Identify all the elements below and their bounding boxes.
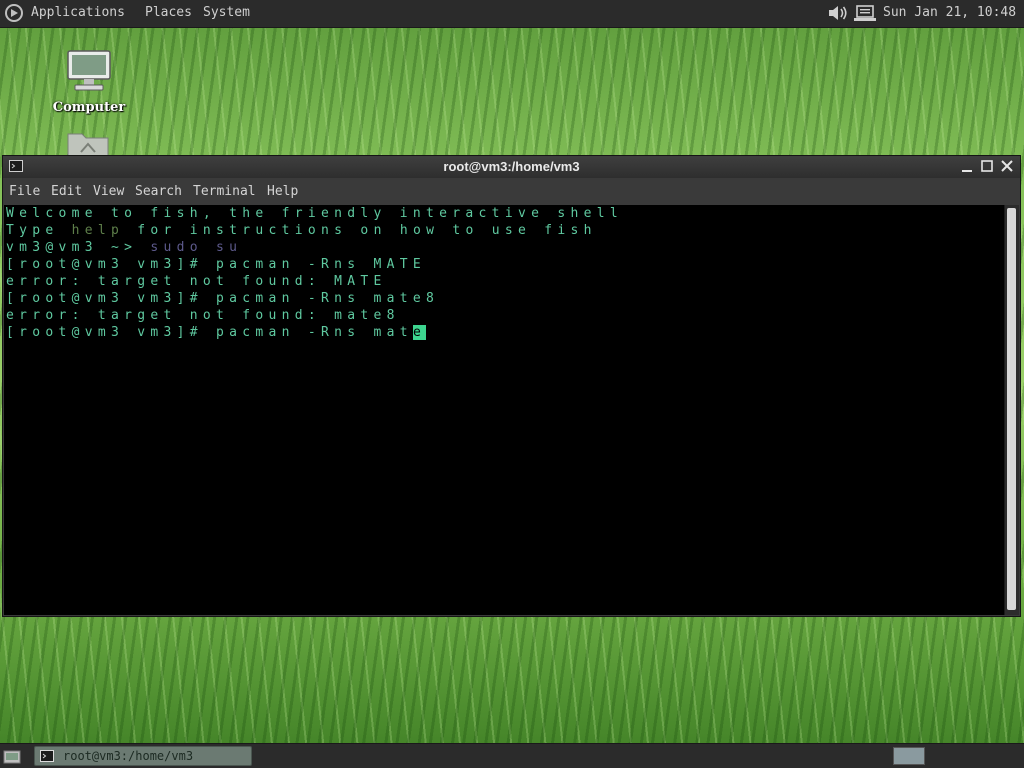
bottom-panel: root@vm3:/home/vm3 xyxy=(0,743,1024,768)
desktop-icon-label: Computer xyxy=(52,100,126,115)
terminal-text: [root@vm3 vm3]# pacman -Rns mat xyxy=(6,325,413,340)
terminal-text: help xyxy=(71,223,125,238)
applications-menu[interactable]: Applications xyxy=(31,5,125,20)
menu-terminal[interactable]: Terminal xyxy=(193,184,256,199)
places-menu[interactable]: Places xyxy=(145,5,192,20)
terminal-icon xyxy=(40,750,54,762)
terminal-cursor: e xyxy=(412,325,427,340)
mate-menu-logo-icon[interactable] xyxy=(5,4,23,22)
top-panel: Applications Places System Sun Jan 21, 1… xyxy=(0,0,1024,28)
menu-view[interactable]: View xyxy=(93,184,124,199)
clock[interactable]: Sun Jan 21, 10:48 xyxy=(883,5,1016,20)
window-title: root@vm3:/home/vm3 xyxy=(443,159,580,174)
desktop-icon-computer[interactable]: Computer xyxy=(52,48,126,115)
computer-icon xyxy=(67,50,111,91)
system-menu[interactable]: System xyxy=(203,5,250,20)
terminal-text: Welcome to fish, the friendly interactiv… xyxy=(6,206,623,221)
terminal-text: Type xyxy=(6,223,72,238)
terminal-line: [root@vm3 vm3]# pacman -Rns MATE xyxy=(6,256,426,273)
workspace-switcher[interactable] xyxy=(893,747,925,765)
taskbar-button-label: root@vm3:/home/vm3 xyxy=(63,749,194,763)
terminal-text: sudo su xyxy=(150,240,243,255)
menu-file[interactable]: File xyxy=(9,184,40,199)
terminal-output[interactable]: Welcome to fish, the friendly interactiv… xyxy=(4,205,1005,615)
menu-search[interactable]: Search xyxy=(135,184,182,199)
terminal-line: vm3@vm3 ~> sudo su xyxy=(6,239,242,256)
terminal-line: [root@vm3 vm3]# pacman -Rns mate8 xyxy=(6,290,439,307)
maximize-icon[interactable] xyxy=(979,158,995,174)
taskbar-button-terminal[interactable]: root@vm3:/home/vm3 xyxy=(34,746,252,766)
terminal-window[interactable]: root@vm3:/home/vm3 File Edit View Search… xyxy=(2,155,1021,617)
show-desktop-icon[interactable] xyxy=(3,747,21,765)
minimize-icon[interactable] xyxy=(959,158,975,174)
folder-icon xyxy=(67,133,109,157)
scrollbar-thumb[interactable] xyxy=(1007,208,1016,610)
close-icon[interactable] xyxy=(999,158,1015,174)
terminal-line: Type help for instructions on how to use… xyxy=(6,222,597,239)
terminal-text: for instructions on how to use fish xyxy=(124,223,597,238)
terminal-text: vm3@vm3 ~> xyxy=(6,240,151,255)
terminal-text: error: target not found: MATE xyxy=(6,274,387,289)
network-icon[interactable] xyxy=(853,4,877,24)
menu-help[interactable]: Help xyxy=(267,184,298,199)
terminal-menubar: File Edit View Search Terminal Help xyxy=(3,178,1020,205)
terminal-line: [root@vm3 vm3]# pacman -Rns mate xyxy=(6,324,427,341)
terminal-line: Welcome to fish, the friendly interactiv… xyxy=(6,205,623,222)
terminal-line: error: target not found: MATE xyxy=(6,273,387,290)
terminal-scrollbar[interactable] xyxy=(1004,205,1019,615)
window-titlebar[interactable]: root@vm3:/home/vm3 xyxy=(3,156,1020,178)
speaker-volume-icon[interactable] xyxy=(827,3,849,23)
terminal-text: error: target not found: mate8 xyxy=(6,308,400,323)
terminal-text: [root@vm3 vm3]# pacman -Rns mate8 xyxy=(6,291,440,306)
terminal-text: [root@vm3 vm3]# pacman -Rns MATE xyxy=(6,257,427,272)
menu-edit[interactable]: Edit xyxy=(51,184,82,199)
terminal-line: error: target not found: mate8 xyxy=(6,307,400,324)
